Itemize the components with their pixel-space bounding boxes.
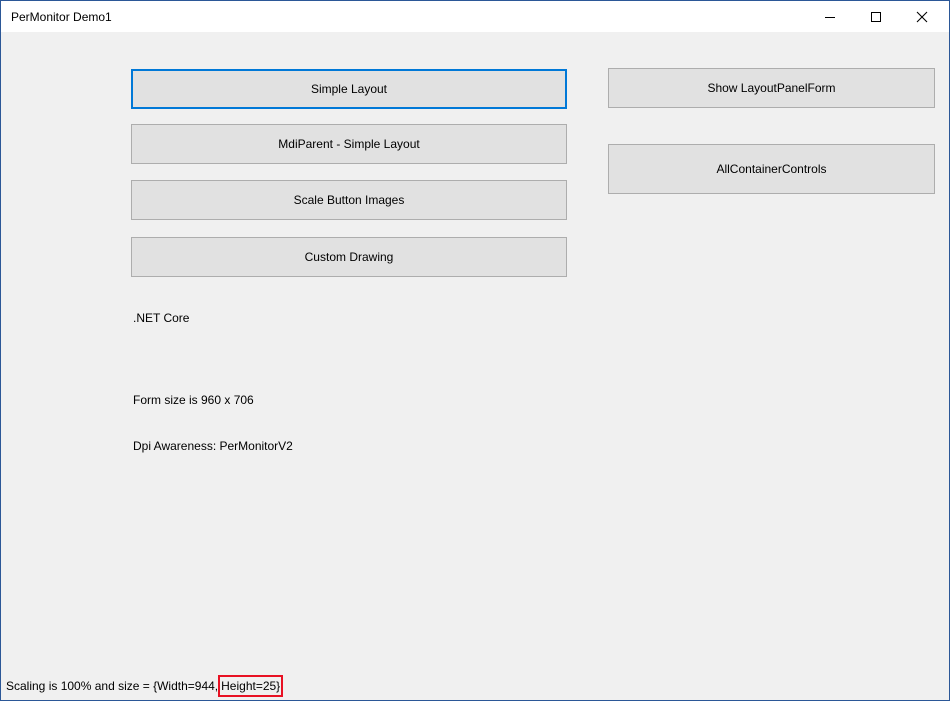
height-highlight-box: Height=25} xyxy=(218,675,284,697)
maximize-button[interactable] xyxy=(853,1,899,32)
maximize-icon xyxy=(871,11,881,22)
custom-drawing-button[interactable]: Custom Drawing xyxy=(131,237,567,277)
all-container-controls-button[interactable]: AllContainerControls xyxy=(608,144,935,194)
dpi-awareness-label: Dpi Awareness: PerMonitorV2 xyxy=(133,439,293,453)
form-size-label: Form size is 960 x 706 xyxy=(133,393,254,407)
close-icon xyxy=(916,11,928,22)
window-title: PerMonitor Demo1 xyxy=(11,10,112,24)
minimize-button[interactable] xyxy=(807,1,853,32)
simple-layout-button[interactable]: Simple Layout xyxy=(131,69,567,109)
scaling-status-prefix: Scaling is 100% and size = {Width=944, xyxy=(6,679,219,693)
app-window: PerMonitor Demo1 Simple Layout MdiParent… xyxy=(0,0,950,701)
client-area: Simple Layout MdiParent - Simple Layout … xyxy=(1,32,949,700)
title-bar[interactable]: PerMonitor Demo1 xyxy=(1,1,949,32)
minimize-icon xyxy=(825,16,835,18)
framework-label: .NET Core xyxy=(133,311,190,325)
show-layout-panel-form-button[interactable]: Show LayoutPanelForm xyxy=(608,68,935,108)
scaling-status-label: Scaling is 100% and size = {Width=944, He… xyxy=(6,675,284,697)
close-button[interactable] xyxy=(899,1,945,32)
height-value: Height=25} xyxy=(221,679,281,693)
scale-button-images-button[interactable]: Scale Button Images xyxy=(131,180,567,220)
mdi-parent-button[interactable]: MdiParent - Simple Layout xyxy=(131,124,567,164)
